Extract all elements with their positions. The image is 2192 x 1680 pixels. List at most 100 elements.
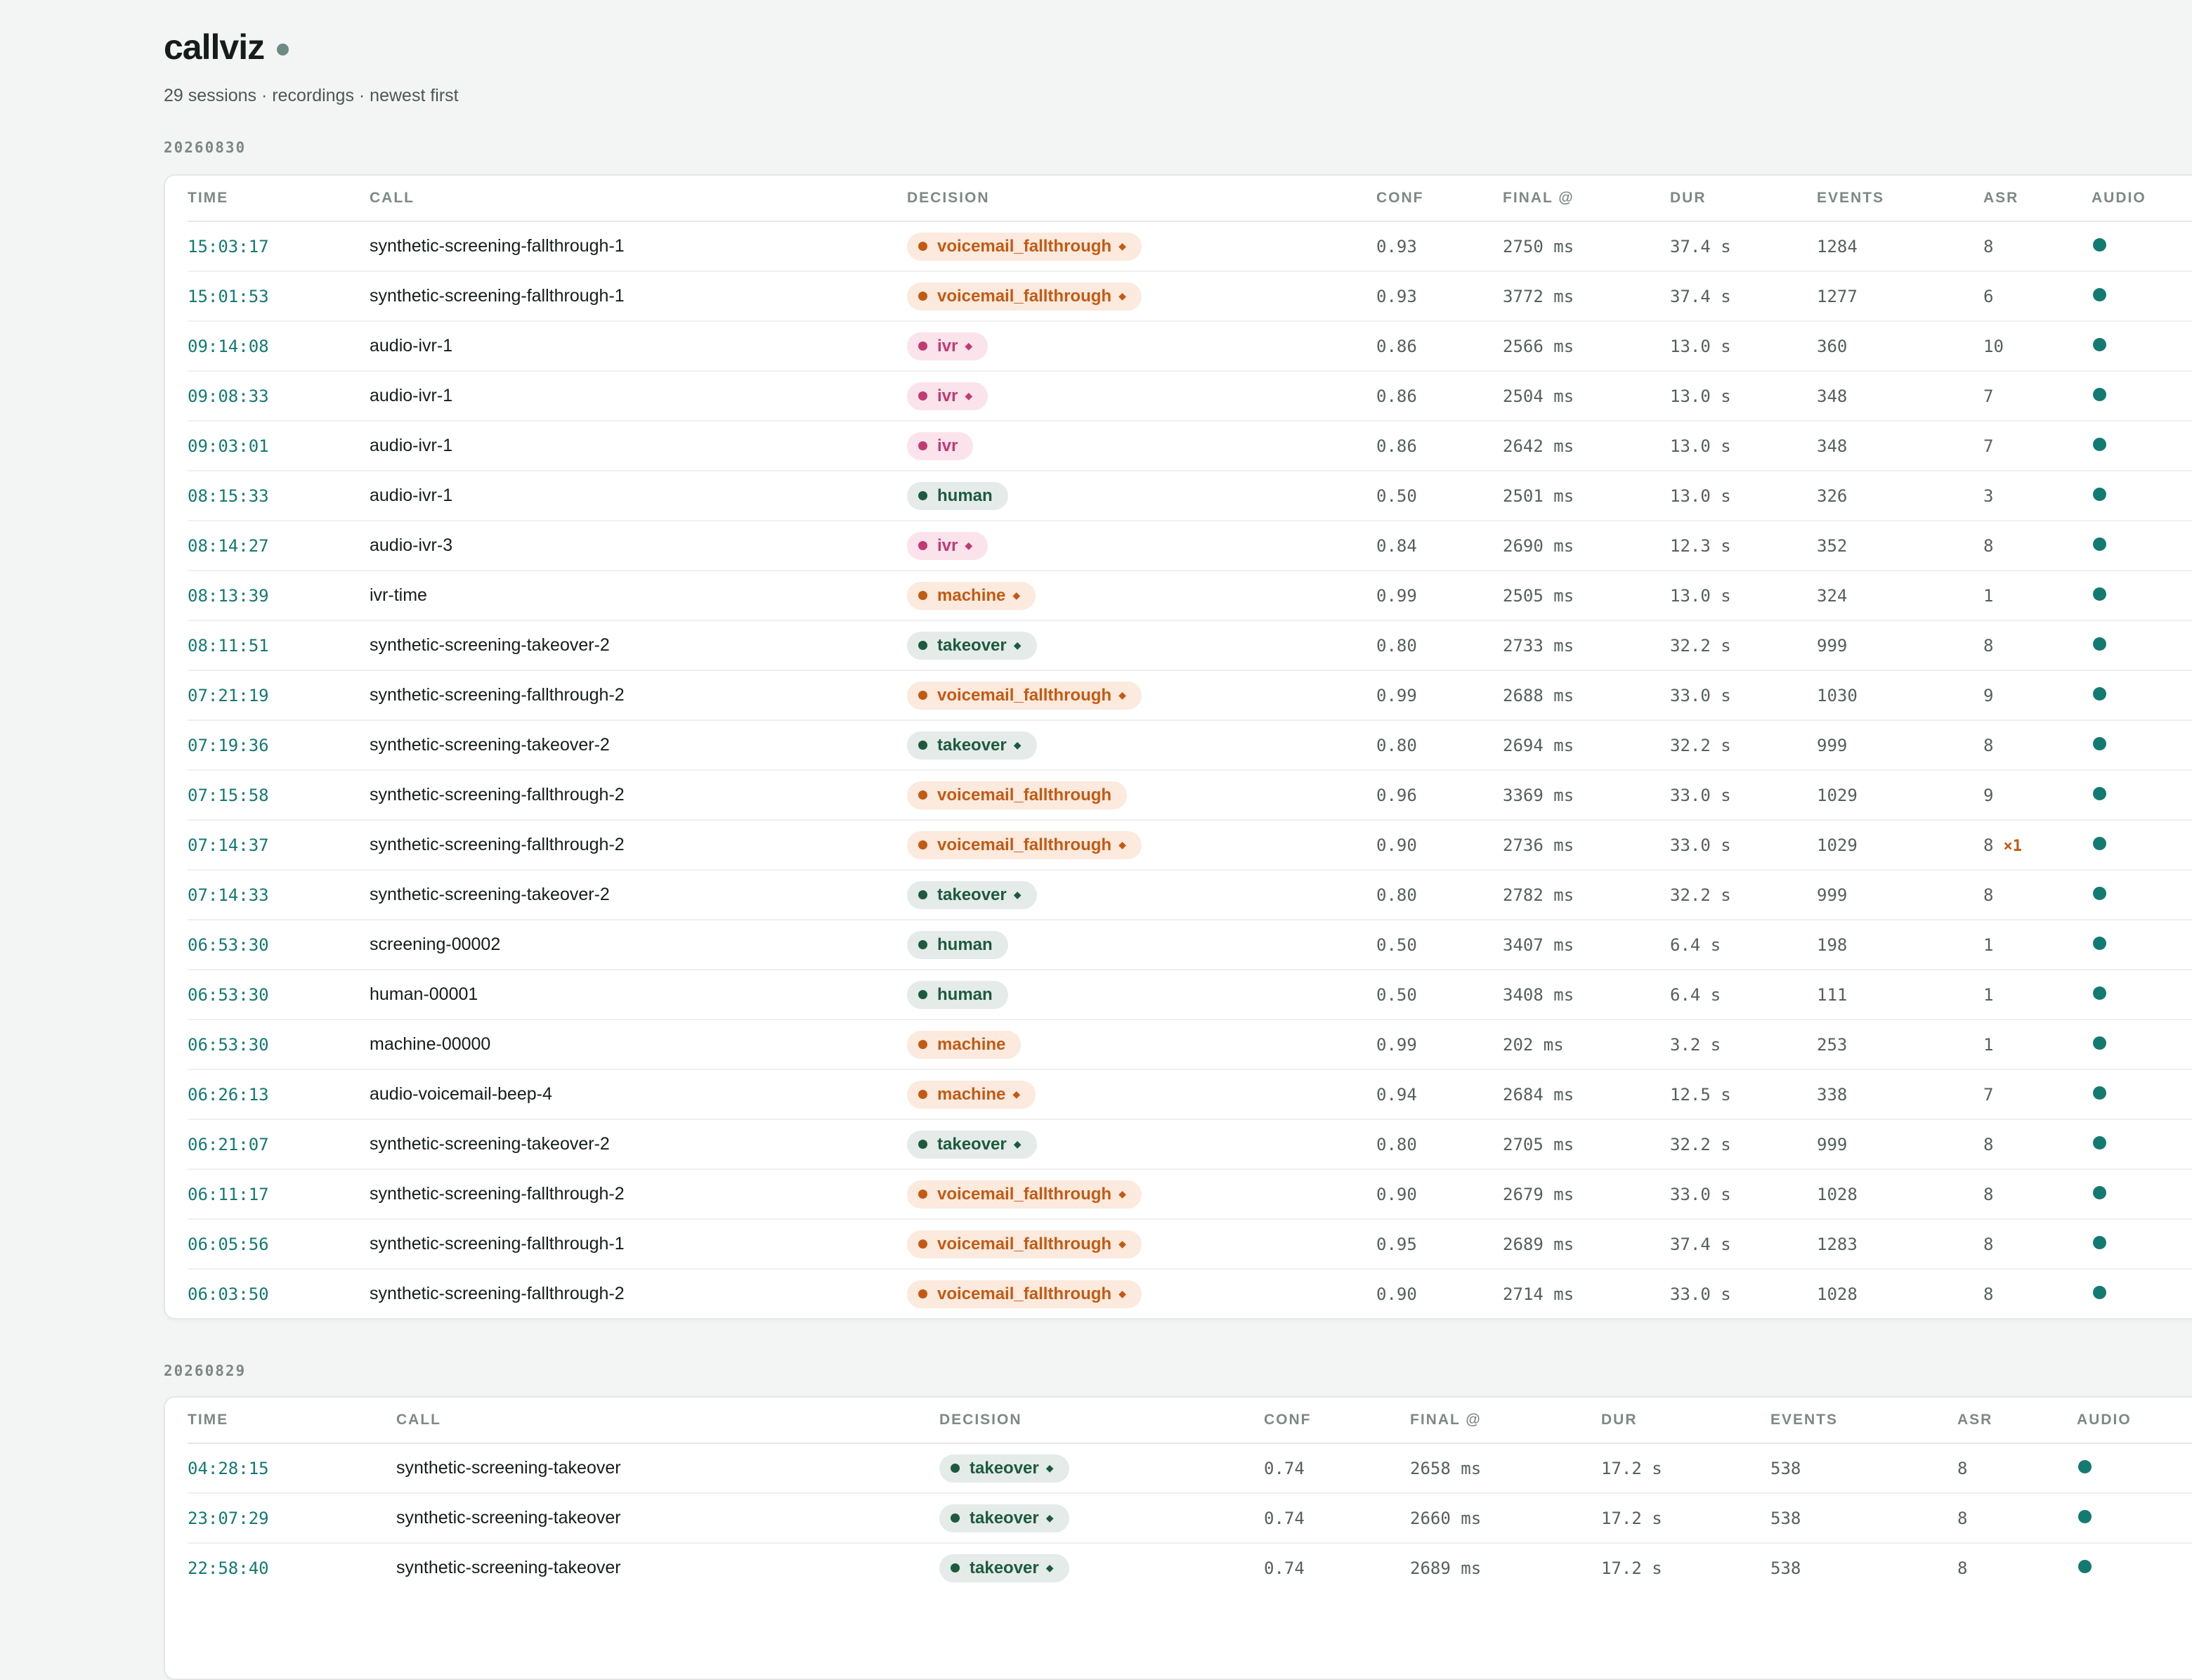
column-header-conf[interactable]: CONF (1376, 176, 1503, 222)
audio-play-icon[interactable] (2093, 438, 2106, 451)
session-time[interactable]: 07:19:36 (188, 720, 370, 771)
session-time[interactable]: 22:58:40 (188, 1543, 396, 1592)
column-header-final[interactable]: FINAL @ (1410, 1398, 1601, 1444)
session-time[interactable]: 07:14:37 (188, 820, 370, 871)
session-time[interactable]: 04:28:15 (188, 1443, 396, 1494)
table-row[interactable]: 07:14:33 synthetic-screening-takeover-2 ta… (188, 870, 2192, 920)
call-name[interactable]: synthetic-screening-fallthrough-1 (370, 1219, 907, 1270)
table-row[interactable]: 04:28:15 synthetic-screening-takeover take… (188, 1443, 2192, 1494)
table-row[interactable]: 06:11:17 synthetic-screening-fallthrough-… (188, 1169, 2192, 1220)
column-header-asr[interactable]: ASR (1957, 1398, 2077, 1444)
session-time[interactable]: 09:08:33 (188, 371, 370, 422)
call-name[interactable]: human-00001 (370, 970, 907, 1020)
call-name[interactable]: synthetic-screening-fallthrough-2 (370, 670, 907, 721)
column-header-call[interactable]: CALL (396, 1398, 939, 1444)
session-time[interactable]: 15:03:17 (188, 221, 370, 272)
audio-play-icon[interactable] (2093, 388, 2106, 401)
table-row[interactable]: 09:03:01 audio-ivr-1 ivr 0.86 2642 ms 13.0 s3… (188, 421, 2192, 471)
column-header-final[interactable]: FINAL @ (1503, 176, 1670, 222)
call-name[interactable]: synthetic-screening-takeover-2 (370, 620, 907, 671)
table-row[interactable]: 07:15:58 synthetic-screening-fallthrough-… (188, 770, 2192, 821)
table-row[interactable]: 09:08:33 audio-ivr-1 ivr ◆ 0.86 2504 ms 13.0 s… (188, 371, 2192, 422)
call-name[interactable]: audio-ivr-1 (370, 421, 907, 471)
call-name[interactable]: machine-00000 (370, 1020, 907, 1070)
call-name[interactable]: audio-ivr-1 (370, 471, 907, 521)
audio-play-icon[interactable] (2093, 986, 2106, 1000)
audio-play-icon[interactable] (2093, 737, 2106, 750)
table-row[interactable]: 22:58:40 synthetic-screening-takeover take… (188, 1543, 2192, 1592)
call-name[interactable]: synthetic-screening-takeover-2 (370, 870, 907, 920)
call-name[interactable]: synthetic-screening-fallthrough-2 (370, 1169, 907, 1220)
audio-play-icon[interactable] (2093, 1136, 2106, 1150)
table-row[interactable]: 06:53:30 machine-00000 machine 0.99 202 ms 3.… (188, 1020, 2192, 1070)
session-time[interactable]: 06:05:56 (188, 1219, 370, 1270)
session-time[interactable]: 08:14:27 (188, 521, 370, 571)
call-name[interactable]: synthetic-screening-fallthrough-2 (370, 770, 907, 821)
call-name[interactable]: audio-ivr-1 (370, 321, 907, 372)
audio-play-icon[interactable] (2093, 887, 2106, 900)
table-row[interactable]: 07:19:36 synthetic-screening-takeover-2 ta… (188, 720, 2192, 771)
audio-play-icon[interactable] (2093, 1086, 2106, 1100)
session-time[interactable]: 06:26:13 (188, 1069, 370, 1120)
table-row[interactable]: 07:14:37 synthetic-screening-fallthrough-… (188, 820, 2192, 871)
session-time[interactable]: 08:13:39 (188, 571, 370, 621)
column-header-audio[interactable]: AUDIO (2077, 1398, 2192, 1444)
session-time[interactable]: 06:53:30 (188, 920, 370, 970)
table-row[interactable]: 23:07:29 synthetic-screening-takeover take… (188, 1493, 2192, 1544)
table-row[interactable]: 15:01:53 synthetic-screening-fallthrough-… (188, 271, 2192, 322)
session-time[interactable]: 07:15:58 (188, 770, 370, 821)
audio-play-icon[interactable] (2093, 488, 2106, 501)
column-header-decision[interactable]: DECISION (907, 176, 1376, 222)
call-name[interactable]: synthetic-screening-takeover-2 (370, 720, 907, 771)
session-time[interactable]: 09:03:01 (188, 421, 370, 471)
table-row[interactable]: 09:14:08 audio-ivr-1 ivr ◆ 0.86 2566 ms 13.0 s… (188, 321, 2192, 372)
column-header-conf[interactable]: CONF (1264, 1398, 1410, 1444)
audio-play-icon[interactable] (2093, 687, 2106, 701)
table-row[interactable]: 15:03:17 synthetic-screening-fallthrough-… (188, 221, 2192, 272)
table-row[interactable]: 08:14:27 audio-ivr-3 ivr ◆ 0.84 2690 ms 12.3 s… (188, 521, 2192, 571)
audio-play-icon[interactable] (2093, 587, 2106, 601)
column-header-audio[interactable]: AUDIO (2092, 176, 2192, 222)
table-row[interactable]: 06:53:30 human-00001 human 0.50 3408 ms 6.4 s… (188, 970, 2192, 1020)
call-name[interactable]: synthetic-screening-fallthrough-1 (370, 271, 907, 322)
column-header-events[interactable]: EVENTS (1770, 1398, 1957, 1444)
session-time[interactable]: 06:53:30 (188, 970, 370, 1020)
call-name[interactable]: synthetic-screening-takeover (396, 1543, 939, 1592)
audio-play-icon[interactable] (2078, 1510, 2092, 1523)
session-time[interactable]: 06:03:50 (188, 1269, 370, 1318)
session-time[interactable]: 07:21:19 (188, 670, 370, 721)
audio-play-icon[interactable] (2093, 1236, 2106, 1249)
audio-play-icon[interactable] (2093, 787, 2106, 800)
audio-play-icon[interactable] (2078, 1460, 2092, 1473)
session-time[interactable]: 15:01:53 (188, 271, 370, 322)
call-name[interactable]: synthetic-screening-fallthrough-1 (370, 221, 907, 272)
call-name[interactable]: screening-00002 (370, 920, 907, 970)
table-row[interactable]: 06:26:13 audio-voicemail-beep-4 machine ◆ 0.… (188, 1069, 2192, 1120)
column-header-asr[interactable]: ASR (1983, 176, 2092, 222)
audio-play-icon[interactable] (2078, 1560, 2092, 1573)
table-row[interactable]: 06:21:07 synthetic-screening-takeover-2 ta… (188, 1119, 2192, 1170)
column-header-dur[interactable]: DUR (1670, 176, 1817, 222)
audio-play-icon[interactable] (2093, 338, 2106, 351)
table-row[interactable]: 08:15:33 audio-ivr-1 human 0.50 2501 ms 13.0 … (188, 471, 2192, 521)
session-time[interactable]: 06:53:30 (188, 1020, 370, 1070)
call-name[interactable]: synthetic-screening-fallthrough-2 (370, 1269, 907, 1318)
audio-play-icon[interactable] (2093, 238, 2106, 252)
session-time[interactable]: 06:11:17 (188, 1169, 370, 1220)
call-name[interactable]: synthetic-screening-takeover (396, 1443, 939, 1494)
session-time[interactable]: 08:11:51 (188, 620, 370, 671)
audio-play-icon[interactable] (2093, 837, 2106, 850)
column-header-decision[interactable]: DECISION (939, 1398, 1264, 1444)
session-time[interactable]: 07:14:33 (188, 870, 370, 920)
session-time[interactable]: 06:21:07 (188, 1119, 370, 1170)
call-name[interactable]: audio-ivr-1 (370, 371, 907, 422)
column-header-time[interactable]: TIME (188, 176, 370, 222)
column-header-time[interactable]: TIME (188, 1398, 396, 1444)
call-name[interactable]: audio-voicemail-beep-4 (370, 1069, 907, 1120)
column-header-dur[interactable]: DUR (1601, 1398, 1770, 1444)
call-name[interactable]: synthetic-screening-takeover (396, 1493, 939, 1544)
table-row[interactable]: 08:11:51 synthetic-screening-takeover-2 ta… (188, 620, 2192, 671)
audio-play-icon[interactable] (2093, 1286, 2106, 1299)
session-time[interactable]: 23:07:29 (188, 1493, 396, 1544)
audio-play-icon[interactable] (2093, 288, 2106, 301)
